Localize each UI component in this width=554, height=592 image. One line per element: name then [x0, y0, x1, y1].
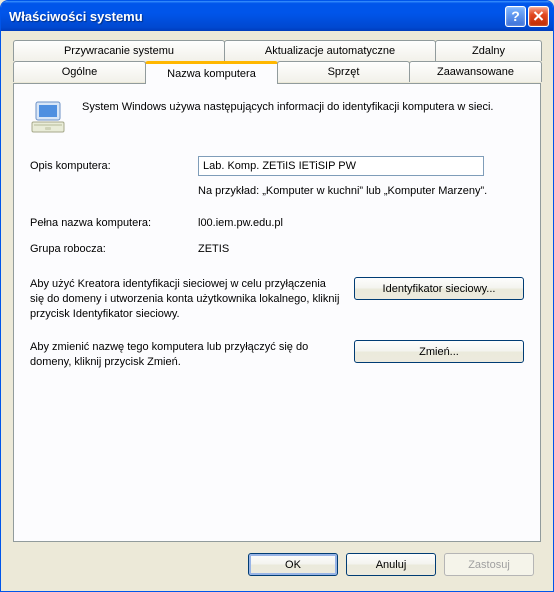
- close-button[interactable]: [528, 6, 549, 27]
- computer-icon: [30, 98, 70, 138]
- network-id-button[interactable]: Identyfikator sieciowy...: [354, 277, 524, 300]
- workgroup-label: Grupa robocza:: [30, 243, 198, 255]
- system-properties-window: Właściwości systemu ? Przywracanie syste…: [0, 0, 554, 592]
- tab-remote[interactable]: Zdalny: [435, 40, 542, 61]
- tab-system-restore[interactable]: Przywracanie systemu: [13, 40, 225, 61]
- description-hint: Na przykład: „Komputer w kuchni” lub „Ko…: [198, 184, 488, 199]
- titlebar[interactable]: Właściwości systemu ?: [1, 1, 553, 31]
- window-title: Właściwości systemu: [9, 9, 505, 24]
- change-text: Aby zmienić nazwę tego komputera lub prz…: [30, 340, 342, 370]
- network-id-text: Aby użyć Kreatora identyfikacji sieciowe…: [30, 277, 342, 322]
- tab-content: System Windows używa następujących infor…: [13, 83, 541, 542]
- tab-general[interactable]: Ogólne: [13, 61, 146, 82]
- tab-strip: Przywracanie systemu Aktualizacje automa…: [13, 40, 541, 84]
- computer-description-label: Opis komputera:: [30, 160, 198, 172]
- window-controls: ?: [505, 6, 549, 27]
- intro-text: System Windows używa następujących infor…: [82, 98, 493, 138]
- apply-button[interactable]: Zastosuj: [444, 553, 534, 576]
- full-name-value: l00.iem.pw.edu.pl: [198, 217, 283, 229]
- computer-description-input[interactable]: [198, 156, 484, 176]
- tab-auto-updates[interactable]: Aktualizacje automatyczne: [224, 40, 436, 61]
- client-area: Przywracanie systemu Aktualizacje automa…: [4, 31, 550, 588]
- change-button[interactable]: Zmień...: [354, 340, 524, 363]
- tab-advanced[interactable]: Zaawansowane: [409, 61, 542, 82]
- close-icon: [533, 9, 544, 24]
- help-button[interactable]: ?: [505, 6, 526, 27]
- cancel-button[interactable]: Anuluj: [346, 553, 436, 576]
- tab-computer-name[interactable]: Nazwa komputera: [145, 61, 278, 84]
- tab-hardware[interactable]: Sprzęt: [277, 61, 410, 82]
- help-icon: ?: [511, 8, 520, 24]
- dialog-buttons: OK Anuluj Zastosuj: [248, 553, 534, 576]
- ok-button[interactable]: OK: [248, 553, 338, 576]
- full-name-label: Pełna nazwa komputera:: [30, 217, 198, 229]
- workgroup-value: ZETIS: [198, 243, 229, 255]
